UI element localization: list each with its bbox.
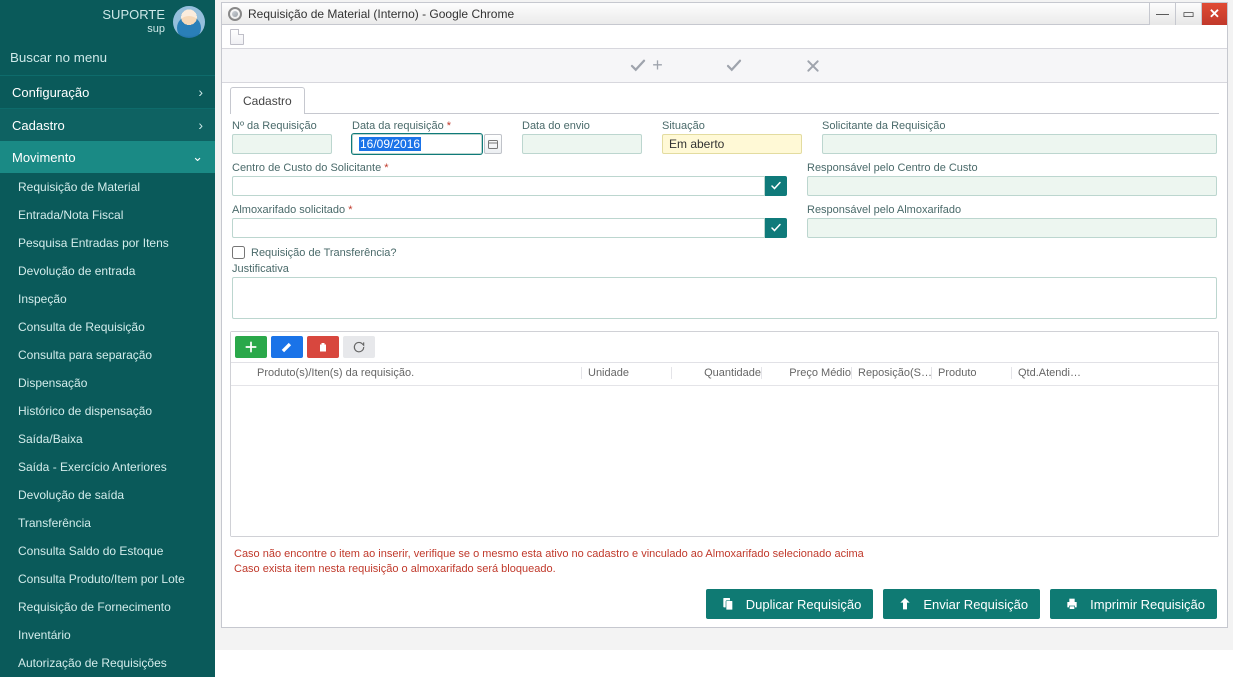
data-envio-input[interactable] [522, 134, 642, 154]
centro-label: Centro de Custo do Solicitante * [232, 162, 787, 174]
situacao-value: Em aberto [662, 134, 802, 154]
resp-almox-input[interactable] [807, 218, 1217, 238]
arrow-up-icon [895, 595, 915, 613]
menu-search[interactable] [0, 44, 215, 75]
sidebar-item[interactable]: Pesquisa Entradas por Itens [0, 229, 215, 257]
sidebar-item[interactable]: Consulta de Requisição [0, 313, 215, 341]
minimize-button[interactable]: — [1149, 3, 1175, 25]
data-envio-label: Data do envio [522, 120, 642, 132]
send-button[interactable]: Enviar Requisição [883, 589, 1040, 619]
sidebar-item[interactable]: Autorização de Requisições [0, 649, 215, 677]
sidebar-item[interactable]: Inventário [0, 621, 215, 649]
print-button[interactable]: Imprimir Requisição [1050, 589, 1217, 619]
items-grid: Produto(s)/Iten(s) da requisição. Unidad… [230, 331, 1219, 537]
centro-dropdown-button[interactable] [765, 176, 787, 196]
document-icon[interactable] [230, 29, 244, 45]
num-req-input[interactable] [232, 134, 332, 154]
sidebar-item[interactable]: Histórico de dispensação [0, 397, 215, 425]
centro-input[interactable] [232, 176, 765, 196]
data-req-input[interactable]: 16/09/2016 [352, 134, 482, 154]
action-row: + [222, 49, 1227, 83]
sidebar-item[interactable]: Consulta Produto/Item por Lote [0, 565, 215, 593]
col-reposicao[interactable]: Reposição(S… [851, 367, 931, 379]
maximize-button[interactable]: ▭ [1175, 3, 1201, 25]
subgroup-movimento[interactable]: Movimento ⌄ [0, 141, 215, 173]
sidebar-item[interactable]: Devolução de saída [0, 481, 215, 509]
transferencia-checkbox-input[interactable] [232, 246, 245, 259]
tabs: Cadastro [222, 83, 1227, 114]
almox-label: Almoxarifado solicitado * [232, 204, 787, 216]
user-panel: SUPORTE sup [0, 0, 215, 44]
sidebar-item[interactable]: Dispensação [0, 369, 215, 397]
avatar-icon [173, 6, 205, 38]
sidebar: SUPORTE sup Configuração › Cadastro › Mo… [0, 0, 215, 650]
sidebar-item[interactable]: Saída/Baixa [0, 425, 215, 453]
tab-cadastro[interactable]: Cadastro [230, 87, 305, 114]
almox-input[interactable] [232, 218, 765, 238]
subgroup-label: Movimento [12, 150, 76, 165]
grid-edit-button[interactable] [271, 336, 303, 358]
cancel-icon[interactable] [805, 58, 821, 74]
titlebar: Requisição de Material (Interno) - Googl… [222, 3, 1227, 25]
sidebar-item[interactable]: Inspeção [0, 285, 215, 313]
grid-add-button[interactable] [235, 336, 267, 358]
num-req-label: Nº da Requisição [232, 120, 332, 132]
resp-almox-label: Responsável pelo Almoxarifado [807, 204, 1217, 216]
user-sub: sup [102, 22, 165, 36]
note-line-1: Caso não encontre o item ao inserir, ver… [234, 547, 1215, 562]
almox-dropdown-button[interactable] [765, 218, 787, 238]
window: Requisição de Material (Interno) - Googl… [221, 2, 1228, 628]
sidebar-item[interactable]: Saída - Exercício Anteriores [0, 453, 215, 481]
sidebar-item[interactable]: Requisição de Fornecimento [0, 593, 215, 621]
resp-centro-input[interactable] [807, 176, 1217, 196]
col-produto[interactable]: Produto [931, 367, 1011, 379]
window-title: Requisição de Material (Interno) - Googl… [248, 7, 514, 21]
note-line-2: Caso exista item nesta requisição o almo… [234, 562, 1215, 577]
justificativa-input[interactable] [232, 277, 1217, 319]
grid-header: Produto(s)/Iten(s) da requisição. Unidad… [231, 363, 1218, 386]
app-icon [228, 7, 242, 21]
chevron-right-icon: › [198, 84, 203, 100]
col-qtd-at[interactable]: Qtd.Atendi… [1011, 367, 1081, 379]
col-unidade[interactable]: Unidade [581, 367, 671, 379]
duplicate-button[interactable]: Duplicar Requisição [706, 589, 874, 619]
transferencia-label: Requisição de Transferência? [251, 247, 397, 259]
justificativa-label: Justificativa [232, 263, 1217, 275]
col-preco[interactable]: Preço Médio [761, 367, 851, 379]
sidebar-item[interactable]: Consulta para separação [0, 341, 215, 369]
grid-delete-button[interactable] [307, 336, 339, 358]
sidebar-item[interactable]: Requisição de Material [0, 173, 215, 201]
group-config-label: Configuração [12, 85, 89, 100]
data-req-label: Data da requisição * [352, 120, 502, 132]
sidebar-item[interactable]: Entrada/Nota Fiscal [0, 201, 215, 229]
transferencia-checkbox[interactable]: Requisição de Transferência? [232, 246, 1217, 259]
group-cadastro[interactable]: Cadastro › [0, 108, 215, 141]
doc-strip [222, 25, 1227, 49]
grid-body[interactable] [231, 386, 1218, 536]
notes: Caso não encontre o item ao inserir, ver… [222, 543, 1227, 583]
col-produto-item[interactable]: Produto(s)/Iten(s) da requisição. [251, 367, 581, 379]
printer-icon [1062, 595, 1082, 613]
menu-search-input[interactable] [10, 50, 205, 65]
close-button[interactable]: ✕ [1201, 3, 1227, 25]
situacao-label: Situação [662, 120, 802, 132]
solicitante-label: Solicitante da Requisição [822, 120, 1217, 132]
sidebar-item[interactable]: Transferência [0, 509, 215, 537]
duplicate-icon [718, 595, 738, 613]
sidebar-item[interactable]: Consulta Saldo do Estoque [0, 537, 215, 565]
chevron-down-icon: ⌄ [192, 149, 203, 165]
col-quantidade[interactable]: Quantidade [671, 367, 761, 379]
calendar-button[interactable] [484, 134, 502, 154]
group-cadastro-label: Cadastro [12, 118, 65, 133]
grid-refresh-button[interactable] [343, 336, 375, 358]
group-config[interactable]: Configuração › [0, 75, 215, 108]
confirm-add-icon[interactable]: + [628, 55, 663, 76]
sidebar-items: Requisição de Material Entrada/Nota Fisc… [0, 173, 215, 677]
sidebar-item[interactable]: Devolução de entrada [0, 257, 215, 285]
chevron-right-icon: › [198, 117, 203, 133]
solicitante-input[interactable] [822, 134, 1217, 154]
confirm-icon[interactable] [723, 57, 745, 75]
resp-centro-label: Responsável pelo Centro de Custo [807, 162, 1217, 174]
user-title: SUPORTE [102, 8, 165, 22]
